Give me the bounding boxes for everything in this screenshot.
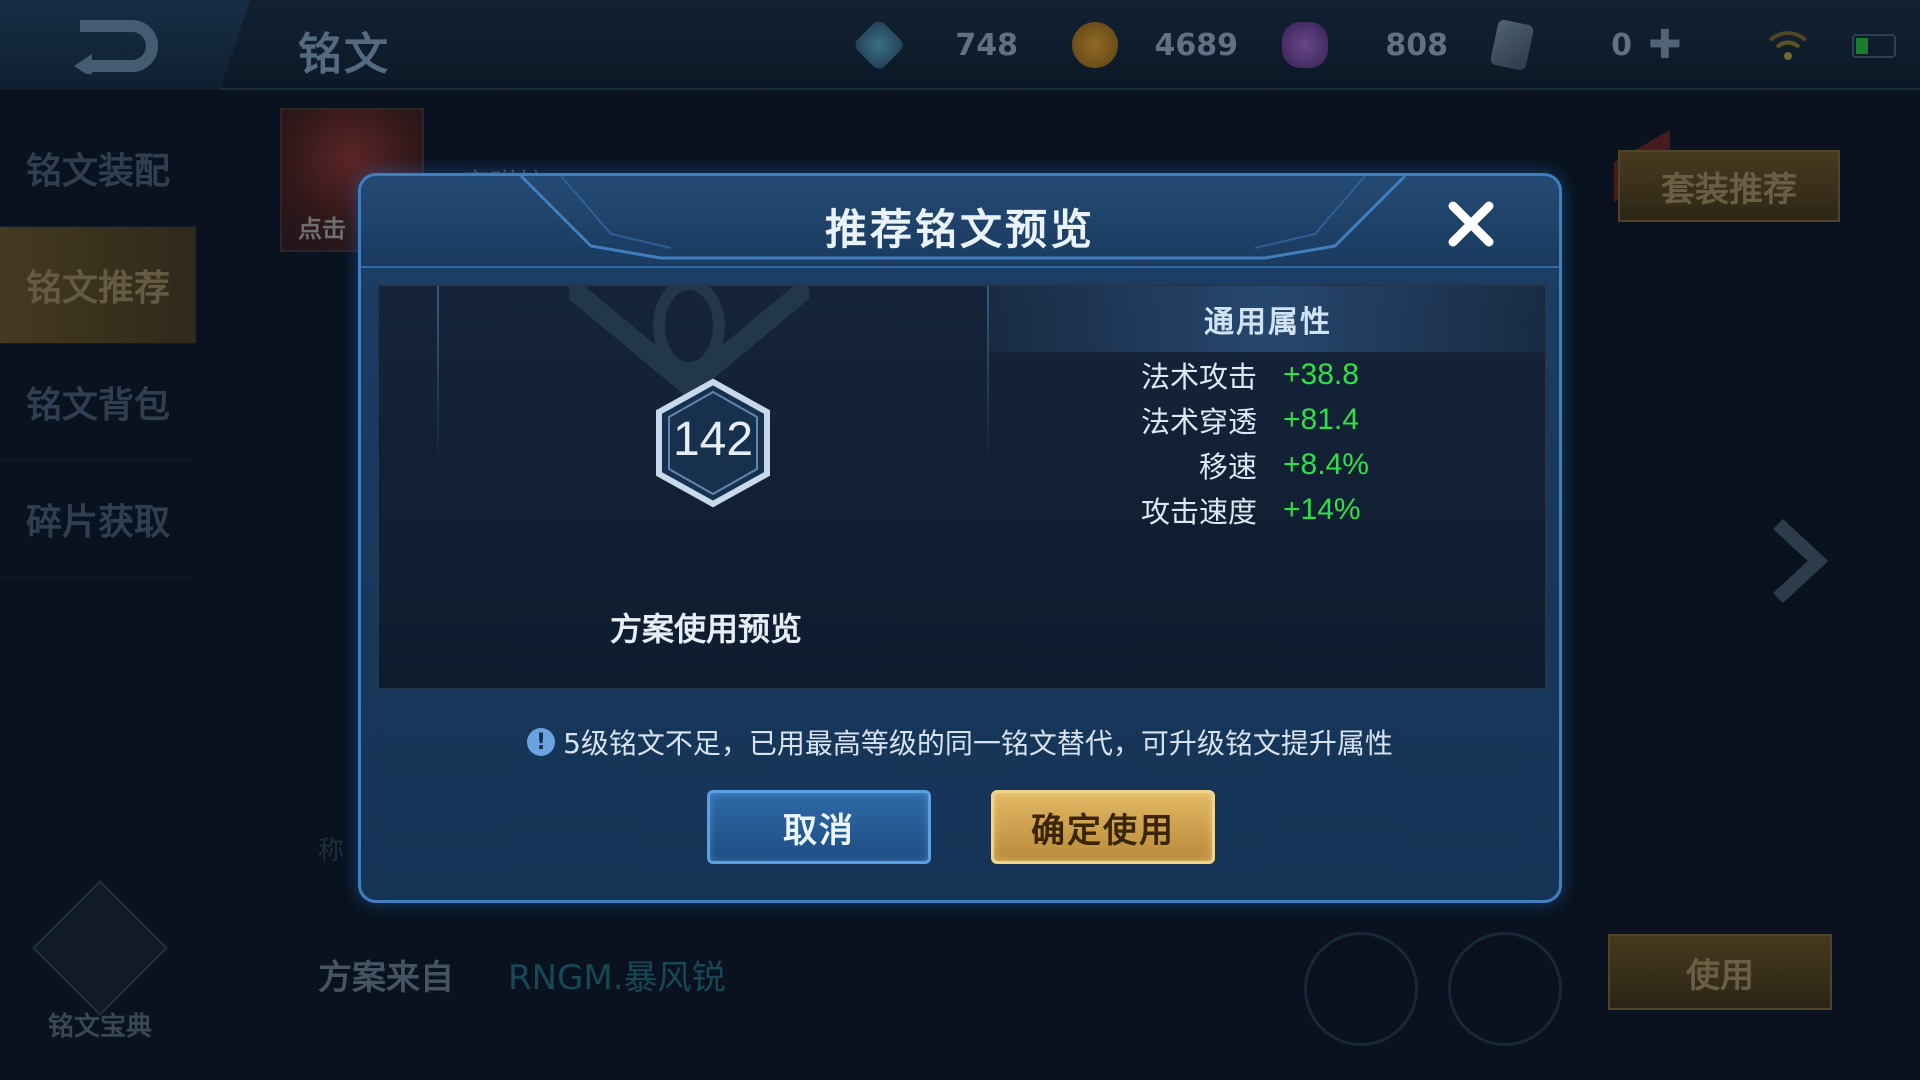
decor-line <box>437 286 439 466</box>
attribute-row: 移速 +8.4% <box>989 442 1547 487</box>
close-icon[interactable] <box>1443 196 1499 252</box>
attribute-row: 攻击速度 +14% <box>989 487 1547 532</box>
attribute-row: 法术穿透 +81.4 <box>989 397 1547 442</box>
plan-preview: 142 方案使用预览 <box>379 286 987 688</box>
rune-preview-dialog: 推荐铭文预览 142 方案使用预览 通用属性 法术攻击 +38.8 法术穿透 +… <box>358 173 1562 903</box>
notice-text: 5级铭文不足，已用最高等级的同一铭文替代，可升级铭文提升属性 <box>563 727 1393 760</box>
notice-message: ! 5级铭文不足，已用最高等级的同一铭文替代，可升级铭文提升属性 <box>361 722 1559 762</box>
info-icon: ! <box>527 728 556 756</box>
confirm-use-button[interactable]: 确定使用 <box>991 790 1215 864</box>
attributes-header: 通用属性 <box>989 286 1547 352</box>
attribute-name: 法术穿透 <box>1140 404 1257 439</box>
attribute-row: 法术攻击 +38.8 <box>989 352 1547 397</box>
cancel-button[interactable]: 取消 <box>707 790 931 864</box>
attribute-name: 移速 <box>1198 449 1257 484</box>
rune-level-number: 142 <box>672 413 754 466</box>
attribute-value: +14% <box>1283 492 1361 526</box>
dialog-title: 推荐铭文预览 <box>824 205 1095 254</box>
attribute-name: 攻击速度 <box>1140 494 1257 529</box>
preview-caption: 方案使用预览 <box>609 610 802 648</box>
attribute-value: +8.4% <box>1283 447 1369 481</box>
attribute-value: +81.4 <box>1283 402 1359 436</box>
preview-panel: 142 方案使用预览 通用属性 法术攻击 +38.8 法术穿透 +81.4 移速… <box>377 284 1547 690</box>
attribute-value: +38.8 <box>1283 357 1359 391</box>
dialog-header: 推荐铭文预览 <box>361 176 1559 268</box>
attributes-list: 法术攻击 +38.8 法术穿透 +81.4 移速 +8.4% 攻击速度 +14% <box>989 352 1547 532</box>
attribute-name: 法术攻击 <box>1140 359 1257 394</box>
